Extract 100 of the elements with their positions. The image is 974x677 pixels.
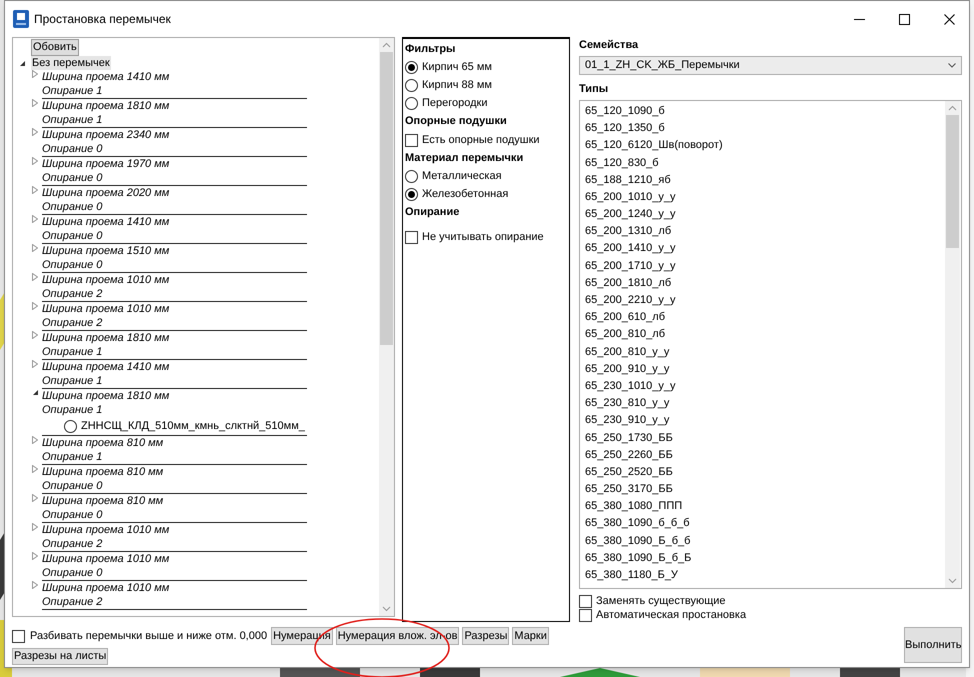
tree-node-title: Ширина проема 810 мм	[42, 465, 164, 479]
run-button[interactable]: Выполнить	[904, 627, 962, 663]
checkbox[interactable]	[12, 630, 25, 642]
list-item[interactable]: 65_380_1180_Б_У	[580, 567, 945, 584]
tree-node[interactable]: Ширина проема 1970 мм Опирание 0	[42, 157, 307, 186]
list-item[interactable]: 65_230_910_у_у	[580, 412, 945, 430]
tree-node-subtitle: Опирание 0	[42, 171, 104, 185]
tree-node[interactable]: Ширина проема 1010 мм Опирание 2	[42, 273, 307, 302]
action-button[interactable]: Разрезы	[462, 627, 510, 645]
tree-node[interactable]: Ширина проема 1810 мм Опирание 1 ZHНСЩ_КЛД_510мм_кмнь_слктнй_510мм_	[42, 389, 307, 436]
tree-node-title: Ширина проема 1010 мм	[42, 552, 170, 566]
list-item[interactable]: 65_230_810_у_у	[580, 395, 945, 412]
list-item[interactable]: 65_200_1310_лб	[580, 223, 945, 240]
tree-node[interactable]: Ширина проема 1010 мм Опирание 2	[42, 581, 307, 610]
tree-node-subtitle: Опирание 2	[42, 537, 104, 551]
list-item[interactable]: 65_250_2260_ББ	[580, 446, 945, 464]
radio-button[interactable]	[405, 170, 418, 182]
radio-button[interactable]	[405, 188, 418, 200]
tree-node[interactable]: Ширина проема 1810 мм Опирание 1	[42, 331, 307, 360]
list-item[interactable]: 65_380_1090_Б_б_б	[580, 532, 945, 550]
checkbox[interactable]	[405, 230, 418, 244]
tree-node-subtitle: Опирание 0	[42, 566, 104, 580]
list-item[interactable]: 65_380_1080_ППП	[580, 498, 945, 516]
section-heading: Фильтры	[405, 42, 456, 57]
tree-node[interactable]: Ширина проема 1010 мм Опирание 2	[42, 302, 307, 331]
app-icon	[13, 10, 29, 28]
list-item[interactable]: 65_200_910_у_у	[580, 360, 945, 378]
radio-button[interactable]	[405, 96, 418, 110]
tree-node[interactable]: Ширина проема 1010 мм Опирание 2	[42, 523, 307, 552]
list-item[interactable]: 65_230_1010_у_у	[580, 378, 945, 396]
tree-node[interactable]: Ширина проема 1510 мм Опирание 0	[42, 244, 307, 273]
refresh-button[interactable]: Обовить	[31, 39, 79, 56]
scrollbar-thumb[interactable]	[946, 114, 959, 248]
close-icon[interactable]	[944, 14, 955, 24]
family-dropdown[interactable]: 01_1_ZH_CK_ЖБ_Перемычки	[579, 56, 962, 75]
list-item[interactable]: 65_200_1810_лб	[580, 274, 945, 292]
tree-node[interactable]: Ширина проема 810 мм Опирание 0	[42, 494, 307, 523]
list-item[interactable]: 65_200_1710_у_у	[580, 258, 945, 275]
radio-button[interactable]	[405, 78, 418, 92]
tree-leaf-label: ZHНСЩ_КЛД_510мм_кмнь_слктнй_510мм_	[81, 418, 305, 434]
tree-node[interactable]: Ширина проема 2340 мм Опирание 0	[42, 128, 307, 157]
list-item[interactable]: 65_200_610_лб	[580, 309, 945, 326]
list-item[interactable]: 65_120_1350_б	[580, 120, 945, 138]
checkbox[interactable]	[579, 594, 592, 608]
tree-node-title: Ширина проема 1510 мм	[42, 244, 170, 258]
section-heading: Материал перемычки	[405, 151, 524, 166]
action-button[interactable]: Марки	[512, 627, 549, 645]
radio-label: Железобетонная	[422, 186, 508, 202]
tree-item[interactable]: Без перемычек	[31, 56, 111, 70]
scrollbar[interactable]	[379, 38, 394, 616]
tree-node[interactable]: Ширина проема 1810 мм Опирание 1	[42, 99, 307, 128]
list-item[interactable]: 65_120_6120_Шв(поворот)	[580, 137, 945, 155]
tree-node-title: Ширина проема 1010 мм	[42, 523, 170, 537]
tree-node-subtitle: Опирание 2	[42, 595, 104, 609]
radio-label: Металлическая	[422, 168, 502, 184]
scrollbar-thumb[interactable]	[380, 52, 393, 345]
tree-node-subtitle: Опирание 1	[42, 113, 104, 127]
list-item[interactable]: 65_250_2520_ББ	[580, 464, 945, 482]
checkbox-label: Не учитывать опирание	[422, 230, 544, 245]
tree-node-subtitle: Опирание 1	[42, 84, 104, 98]
list-item[interactable]: 65_200_810_лб	[580, 326, 945, 344]
tree-node-title: Ширина проема 810 мм	[42, 436, 164, 450]
expander-icon[interactable]	[19, 60, 26, 66]
checkbox[interactable]	[579, 608, 592, 622]
tree-node-title: Ширина проема 1970 мм	[42, 157, 170, 171]
maximize-icon[interactable]	[899, 14, 910, 24]
checkbox-label: Есть опорные подушки	[422, 132, 540, 148]
list-item[interactable]: 65_200_1010_у_у	[580, 188, 945, 206]
tree-node-title: Ширина проема 1810 мм	[42, 99, 170, 113]
section-heading: Опорные подушки	[405, 114, 508, 129]
list-item[interactable]: 65_250_3170_ББ	[580, 481, 945, 498]
sheets-button[interactable]: Разрезы на листы	[12, 648, 108, 665]
tree-node[interactable]: Ширина проема 1410 мм Опирание 0	[42, 215, 307, 244]
radio-label: Кирпич 88 мм	[422, 78, 492, 93]
tree-node-subtitle: Опирание 0	[42, 508, 104, 522]
tree-node-title: Ширина проема 1410 мм	[42, 215, 170, 229]
list-item[interactable]: 65_200_1240_у_у	[580, 206, 945, 224]
list-item[interactable]: 65_200_810_у_у	[580, 344, 945, 361]
list-item[interactable]: 65_200_2210_у_у	[580, 292, 945, 310]
list-item[interactable]: 65_250_1730_ББ	[580, 430, 945, 447]
checkbox[interactable]	[405, 134, 418, 146]
scrollbar[interactable]	[945, 100, 960, 588]
expander-icon[interactable]	[32, 389, 39, 396]
list-item[interactable]: 65_188_1210_яб	[580, 172, 945, 189]
tree-node-subtitle: Опирание 1	[42, 403, 104, 417]
tree-node-title: Ширина проема 1010 мм	[42, 273, 170, 287]
tree-node[interactable]: Ширина проема 1410 мм Опирание 1	[42, 70, 307, 99]
list-item[interactable]: 65_380_1090_Б_б_Б	[580, 550, 945, 568]
list-item[interactable]: 65_380_1090_б_б_б	[580, 515, 945, 533]
list-item[interactable]: 65_120_1090_б	[580, 102, 945, 120]
radio-button[interactable]	[64, 420, 77, 432]
list-item[interactable]: 65_200_1410_у_у	[580, 240, 945, 258]
tree-node[interactable]: Ширина проема 1010 мм Опирание 0	[42, 552, 307, 581]
radio-button[interactable]	[405, 60, 418, 74]
tree-node[interactable]: Ширина проема 810 мм Опирание 0	[42, 465, 307, 494]
tree-node[interactable]: Ширина проема 810 мм Опирание 1	[42, 436, 307, 465]
checkbox-label: Автоматическая простановка	[596, 608, 746, 623]
tree-node[interactable]: Ширина проема 2020 мм Опирание 0	[42, 186, 307, 215]
tree-node[interactable]: Ширина проема 1410 мм Опирание 1	[42, 360, 307, 389]
list-item[interactable]: 65_120_830_б	[580, 154, 945, 172]
